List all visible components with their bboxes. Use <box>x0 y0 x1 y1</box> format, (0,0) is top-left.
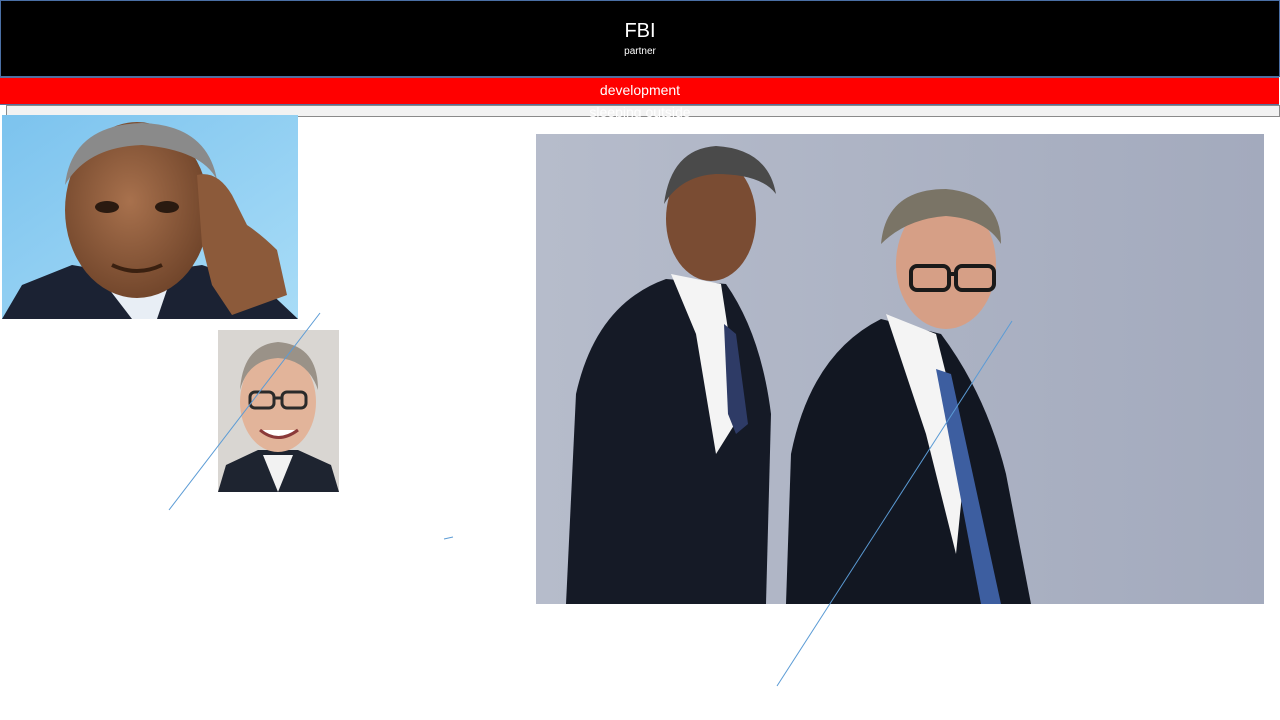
portrait-photo-left-image <box>2 115 298 319</box>
short-line-mark <box>443 536 454 540</box>
portrait-photo-left <box>2 115 298 319</box>
header-title: FBI <box>624 20 656 42</box>
banner-label: development <box>599 82 681 98</box>
two-person-photo-image <box>536 134 1264 604</box>
slide: FBI partner development sleeping outside <box>0 0 1280 720</box>
portrait-photo-small-image <box>218 330 339 492</box>
two-person-photo <box>536 134 1264 604</box>
header-subtitle: partner <box>624 46 656 57</box>
portrait-photo-small <box>218 330 339 492</box>
